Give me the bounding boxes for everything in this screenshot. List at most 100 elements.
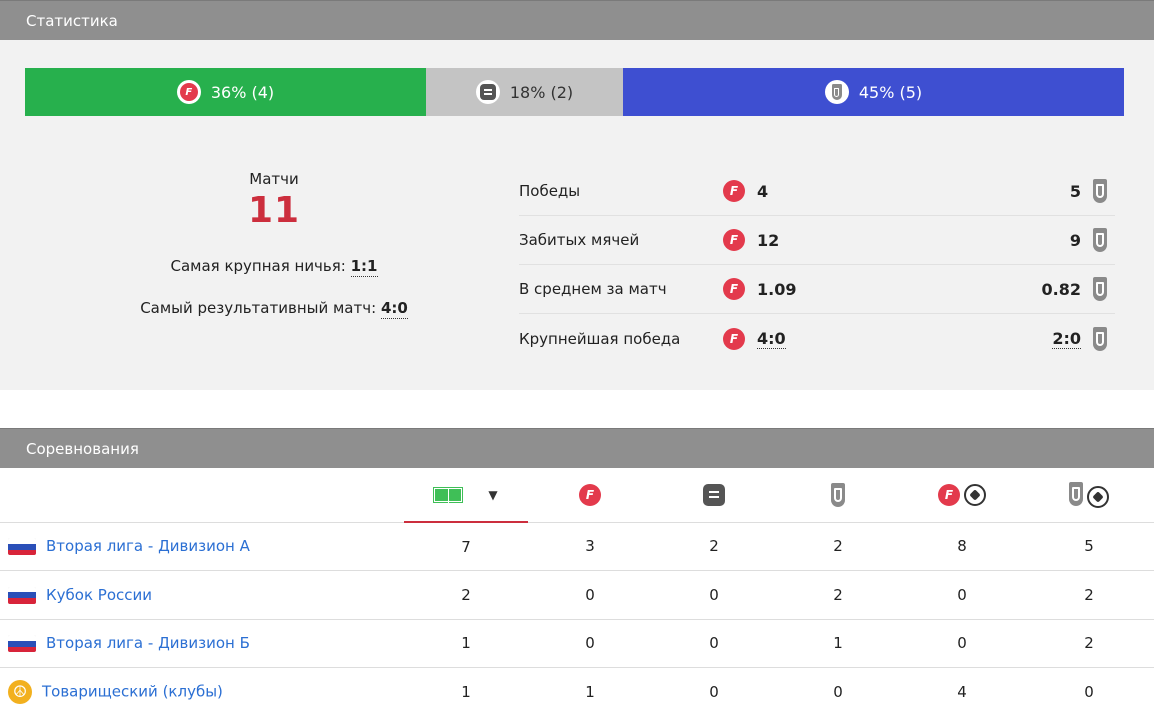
table-row: Вторая лига - Дивизион А 7 3 2 2 8 5 xyxy=(0,522,1154,571)
home-value: 4 xyxy=(757,181,769,201)
home-wins-segment[interactable]: F 36% (4) xyxy=(25,68,426,116)
draws-segment[interactable]: 18% (2) xyxy=(426,68,623,116)
away-wins-segment[interactable]: 45% (5) xyxy=(623,68,1124,116)
most-goals-match: Самый результативный матч: 4:0 xyxy=(0,299,548,319)
matches-cell: 7 xyxy=(404,522,528,571)
table-row: Вторая лига - Дивизион Б 1 0 0 1 0 2 xyxy=(0,619,1154,668)
away-team-logo-icon xyxy=(1069,482,1083,506)
stat-row-goals: Забитых мячей F 12 9 xyxy=(519,216,1115,265)
column-header-name xyxy=(0,468,404,523)
away-value: 9 xyxy=(1069,230,1081,250)
russia-flag-icon xyxy=(8,586,36,604)
away-team-logo-icon xyxy=(824,80,849,104)
competition-cell: Вторая лига - Дивизион А xyxy=(0,522,404,571)
competitions-header: Соревнования xyxy=(0,428,1154,468)
draw-icon xyxy=(703,483,725,506)
stats-panel: F 36% (4) 18% (2) 45% (5) Матчи 11 Самая… xyxy=(0,40,1154,390)
stats-header: Статистика xyxy=(0,0,1154,40)
competition-link[interactable]: Товарищеский (клубы) xyxy=(42,682,223,700)
home-value: 1.09 xyxy=(757,279,797,299)
column-header-away-goals[interactable] xyxy=(1024,468,1154,523)
competition-cell: ☮ Товарищеский (клубы) xyxy=(0,667,404,716)
competition-cell: Кубок России xyxy=(0,570,404,620)
draws-cell: 0 xyxy=(652,619,776,668)
result-bar: F 36% (4) 18% (2) 45% (5) xyxy=(25,68,1124,116)
most-goals-score[interactable]: 4:0 xyxy=(380,299,408,319)
away-team-logo-icon xyxy=(831,482,845,507)
home-team-logo-icon: F xyxy=(723,327,745,350)
biggest-draw-score[interactable]: 1:1 xyxy=(350,257,378,277)
away-wins-percent: 45% (5) xyxy=(858,82,923,102)
stat-row-biggest-win: Крупнейшая победа F 4:0 2:0 xyxy=(519,314,1115,363)
home-goals-cell: 0 xyxy=(900,570,1024,620)
matches-cell: 1 xyxy=(404,667,528,716)
home-team-logo-icon: F xyxy=(579,483,601,506)
column-header-draws[interactable] xyxy=(652,468,776,523)
home-team-logo-icon: F xyxy=(938,484,960,506)
column-header-home-wins[interactable]: F xyxy=(528,468,652,523)
competitions-table: ▼ F F Вторая лига - Дивизион А 7 3 2 2 8… xyxy=(0,468,1154,716)
comparison-list: Победы F4 5 Забитых мячей F 12 9 В средне… xyxy=(519,167,1115,363)
home-wins-cell: 1 xyxy=(528,667,652,716)
home-team-logo-icon: F xyxy=(176,80,201,104)
matches-label: Матчи xyxy=(249,170,299,188)
russia-flag-icon xyxy=(8,635,36,653)
home-team-logo-icon: F xyxy=(723,180,745,202)
sort-down-icon[interactable]: ▼ xyxy=(488,488,497,502)
away-wins-cell: 2 xyxy=(776,570,900,620)
away-wins-cell: 0 xyxy=(776,667,900,716)
table-row: ☮ Товарищеский (клубы) 1 1 0 0 4 0 xyxy=(0,667,1154,716)
stat-label: Крупнейшая победа xyxy=(519,329,681,348)
away-goals-cell: 0 xyxy=(1024,667,1154,716)
stats-section: Статистика F 36% (4) 18% (2) 45% (5) Мат… xyxy=(0,0,1154,390)
home-value[interactable]: 4:0 xyxy=(757,329,786,349)
draws-cell: 0 xyxy=(652,667,776,716)
away-goals-cell: 5 xyxy=(1024,522,1154,571)
column-header-away-wins[interactable] xyxy=(776,468,900,523)
competition-link[interactable]: Вторая лига - Дивизион Б xyxy=(46,634,250,652)
biggest-draw-label: Самая крупная ничья: xyxy=(170,257,346,275)
home-goals-cell: 4 xyxy=(900,667,1024,716)
ball-icon xyxy=(1087,485,1109,508)
biggest-draw: Самая крупная ничья: 1:1 xyxy=(0,257,548,277)
draws-percent: 18% (2) xyxy=(509,82,574,102)
away-wins-cell: 1 xyxy=(776,619,900,668)
draw-icon xyxy=(475,80,500,104)
stat-row-wins: Победы F4 5 xyxy=(519,167,1115,216)
matches-count: 11 xyxy=(247,190,301,231)
away-value[interactable]: 2:0 xyxy=(1052,329,1081,349)
matches-cell: 2 xyxy=(404,570,528,620)
home-wins-cell: 0 xyxy=(528,570,652,620)
away-value: 5 xyxy=(1069,181,1081,201)
draws-cell: 2 xyxy=(652,522,776,571)
stat-label: Победы xyxy=(519,182,581,200)
matches-cell: 1 xyxy=(404,619,528,668)
home-wins-cell: 0 xyxy=(528,619,652,668)
stat-label: Забитых мячей xyxy=(519,231,640,249)
ball-icon xyxy=(964,483,986,506)
table-row: Кубок России 2 0 0 2 0 2 xyxy=(0,570,1154,620)
away-goals-cell: 2 xyxy=(1024,619,1154,668)
home-value: 12 xyxy=(757,230,780,250)
away-value: 0.82 xyxy=(1041,279,1081,299)
column-header-matches[interactable]: ▼ xyxy=(404,468,528,523)
competition-cell: Вторая лига - Дивизион Б xyxy=(0,619,404,668)
home-team-logo-icon: F xyxy=(723,229,745,251)
away-team-logo-icon xyxy=(1093,228,1107,252)
column-header-home-goals[interactable]: F xyxy=(900,468,1024,523)
summary-column: Матчи 11 Самая крупная ничья: 1:1 Самый … xyxy=(0,170,548,319)
competition-link[interactable]: Вторая лига - Дивизион А xyxy=(46,537,250,555)
home-wins-percent: 36% (4) xyxy=(210,82,275,102)
away-goals-cell: 2 xyxy=(1024,570,1154,620)
competitions-section: Соревнования ▼ F F Вторая лига - Дивизио… xyxy=(0,428,1154,716)
stat-row-average: В среднем за матч F 1.09 0.82 xyxy=(519,265,1115,314)
competition-link[interactable]: Кубок России xyxy=(46,586,152,604)
away-team-logo-icon xyxy=(1093,326,1107,351)
pitch-icon xyxy=(433,487,464,503)
stat-label: В среднем за матч xyxy=(519,280,667,298)
home-goals-cell: 8 xyxy=(900,522,1024,571)
peace-icon: ☮ xyxy=(8,679,32,704)
most-goals-label: Самый результативный матч: xyxy=(140,299,377,317)
home-goals-cell: 0 xyxy=(900,619,1024,668)
table-header-row: ▼ F F xyxy=(0,468,1154,523)
